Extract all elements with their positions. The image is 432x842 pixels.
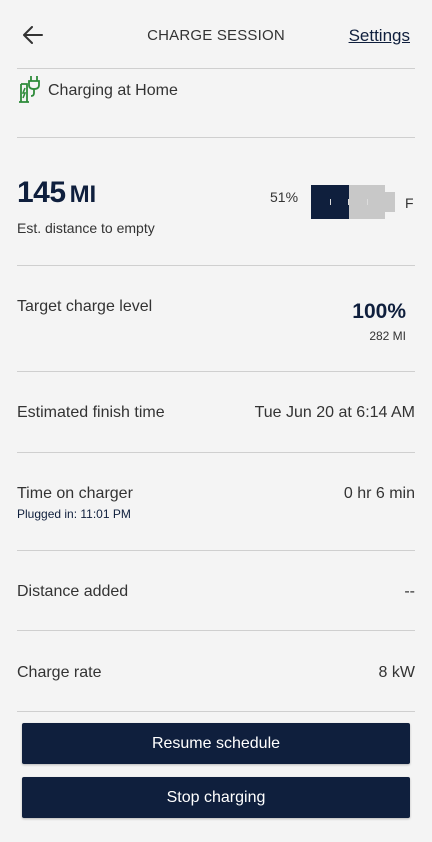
settings-link[interactable]: Settings [349,26,410,46]
resume-schedule-button[interactable]: Resume schedule [22,723,410,764]
battery-percent: 51% [270,189,299,205]
divider [17,711,415,712]
divider [17,265,415,266]
range-display: 145 MI [17,176,96,210]
finish-time-label: Estimated finish time [17,404,165,421]
time-on-charger-value: 0 hr 6 min [343,485,415,502]
plugged-in-time: Plugged in: 11:01 PM [17,507,131,521]
divider [17,452,415,453]
ev-plug-icon [19,76,40,103]
battery-tick [348,199,349,205]
battery-tick [367,199,368,205]
battery-full-label: F [405,195,414,211]
divider [17,550,415,551]
target-charge-label: Target charge level [17,298,153,315]
range-subtitle: Est. distance to empty [17,220,155,236]
distance-added-label: Distance added [17,583,129,600]
battery-tick [330,199,331,205]
stop-charging-button[interactable]: Stop charging [22,777,410,818]
time-on-charger-label: Time on charger [17,485,133,502]
distance-added-value: -- [404,583,415,600]
range-value: 145 [17,176,66,209]
divider [17,630,415,631]
app-header: CHARGE SESSION Settings [0,0,432,68]
target-charge-distance: 282 MI [369,329,406,343]
divider [17,68,415,69]
charge-rate-value: 8 kW [378,664,415,681]
location-label: Charging at Home [48,82,178,99]
finish-time-value: Tue Jun 20 at 6:14 AM [254,404,415,421]
charging-location: Charging at Home [17,74,178,104]
range-unit: MI [69,181,97,208]
divider [17,371,415,372]
battery-gauge [311,185,395,219]
divider [17,137,415,138]
charge-rate-label: Charge rate [17,664,102,681]
battery-tip [385,192,395,212]
target-charge-percent[interactable]: 100% [352,300,406,324]
